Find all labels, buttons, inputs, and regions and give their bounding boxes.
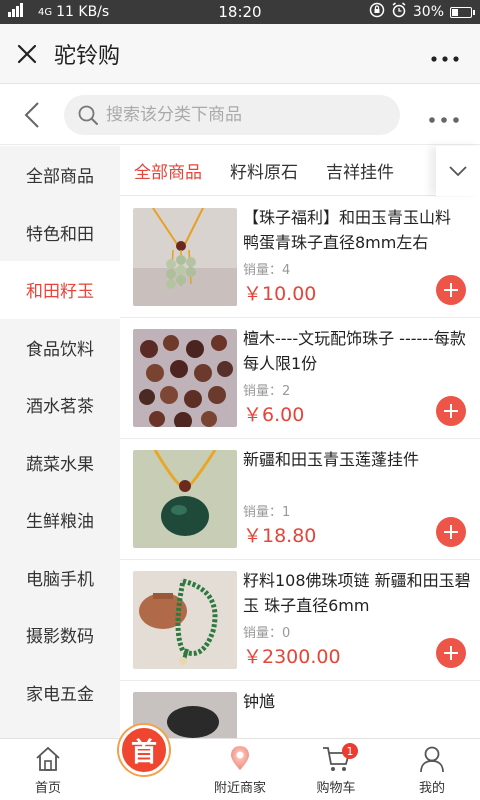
search-box[interactable] bbox=[64, 94, 400, 135]
alarm-icon bbox=[391, 2, 407, 22]
app-bar: 驼铃购 bbox=[0, 24, 480, 84]
product-name[interactable]: 钟馗 bbox=[243, 689, 471, 714]
cart-count-badge: 1 bbox=[342, 743, 358, 759]
sidebar-item-all[interactable]: 全部商品 bbox=[0, 146, 120, 204]
search-bar bbox=[0, 85, 480, 145]
nav-cart[interactable]: 1 购物车 bbox=[288, 739, 384, 800]
nav-home-label: 首页 bbox=[34, 781, 61, 796]
signal-icon bbox=[8, 3, 34, 21]
sidebar-item-computer-phone[interactable]: 电脑手机 bbox=[0, 549, 120, 607]
sidebar-item-appliance-hardware[interactable]: 家电五金 bbox=[0, 664, 120, 722]
product-list: 【珠子福利】和田玉青玉山料 鸭蛋青珠子直径8mm左右 销量：4 ￥10.00 檀… bbox=[120, 197, 480, 738]
search-more-button[interactable] bbox=[408, 101, 480, 129]
product-price: ￥2300.00 bbox=[243, 646, 341, 668]
search-input[interactable] bbox=[106, 104, 376, 125]
more-icon bbox=[429, 116, 459, 123]
sales-count: 2 bbox=[282, 384, 291, 399]
product-sales: 销量：0 bbox=[243, 622, 290, 641]
more-icon bbox=[431, 55, 459, 62]
battery-level bbox=[452, 8, 458, 16]
product-item[interactable]: 檀木----文玩配饰珠子 ------每款每人限1份 销量：2 ￥6.00 bbox=[120, 318, 480, 439]
tab-all[interactable]: 全部商品 bbox=[120, 158, 216, 183]
product-sales: 销量：2 bbox=[243, 380, 290, 399]
sales-count: 0 bbox=[282, 626, 291, 641]
product-item[interactable]: 新疆和田玉青玉莲蓬挂件 销量：1 ￥18.80 bbox=[120, 439, 480, 560]
location-pin-icon bbox=[228, 743, 252, 775]
nav-home[interactable]: 首页 bbox=[0, 739, 96, 800]
product-image-jade-bead-necklace[interactable] bbox=[133, 571, 237, 669]
plus-icon bbox=[444, 404, 458, 418]
featured-badge-icon[interactable]: 首 bbox=[119, 725, 169, 775]
product-name[interactable]: 檀木----文玩配饰珠子 ------每款每人限1份 bbox=[243, 326, 471, 376]
product-item[interactable]: 钟馗 bbox=[120, 681, 480, 738]
battery-percent: 30% bbox=[412, 4, 444, 20]
sidebar-item-hetian-jade[interactable]: 和田籽玉 bbox=[0, 261, 120, 319]
chevron-down-icon bbox=[449, 165, 467, 176]
home-icon bbox=[34, 743, 62, 775]
category-sidebar: 全部商品 特色和田 和田籽玉 食品饮料 酒水茗茶 蔬菜水果 生鲜粮油 电脑手机 … bbox=[0, 146, 120, 738]
tab-pendant[interactable]: 吉祥挂件 bbox=[312, 158, 408, 183]
sales-count: 4 bbox=[282, 263, 291, 278]
nav-profile-label: 我的 bbox=[418, 781, 445, 796]
expand-tabs-button[interactable] bbox=[436, 145, 480, 196]
app-title: 驼铃购 bbox=[54, 43, 121, 69]
sales-label: 销量： bbox=[243, 505, 283, 520]
tab-raw-stone[interactable]: 籽料原石 bbox=[216, 158, 312, 183]
product-item[interactable]: 籽料108佛珠项链 新疆和田玉碧玉 珠子直径6mm 销量：0 ￥2300.00 bbox=[120, 560, 480, 681]
product-price: ￥10.00 bbox=[243, 283, 317, 305]
nav-cart-label: 购物车 bbox=[316, 781, 356, 796]
close-button[interactable] bbox=[0, 24, 54, 84]
sales-count: 1 bbox=[282, 505, 291, 520]
status-right: 30% bbox=[369, 2, 475, 22]
product-name[interactable]: 籽料108佛珠项链 新疆和田玉碧玉 珠子直径6mm bbox=[243, 568, 471, 618]
sidebar-item-vegetable-fruit[interactable]: 蔬菜水果 bbox=[0, 434, 120, 492]
chevron-left-icon bbox=[24, 101, 39, 128]
sidebar-item-food-drink[interactable]: 食品饮料 bbox=[0, 319, 120, 377]
search-icon bbox=[78, 105, 98, 125]
sales-label: 销量： bbox=[243, 384, 283, 399]
user-icon bbox=[419, 743, 445, 775]
status-left: 4G 11 KB/s bbox=[8, 3, 109, 21]
product-image-wooden-beads[interactable] bbox=[133, 329, 237, 427]
add-to-cart-button[interactable] bbox=[436, 275, 466, 305]
status-bar: 4G 11 KB/s 18:20 30% bbox=[0, 0, 480, 24]
sidebar-item-fresh-grain[interactable]: 生鲜粮油 bbox=[0, 491, 120, 549]
product-price: ￥18.80 bbox=[243, 525, 317, 547]
plus-icon bbox=[444, 283, 458, 297]
nav-profile[interactable]: 我的 bbox=[384, 739, 480, 800]
sidebar-item-hetian-special[interactable]: 特色和田 bbox=[0, 204, 120, 262]
sidebar-item-liquor-tea[interactable]: 酒水茗茶 bbox=[0, 376, 120, 434]
add-to-cart-button[interactable] bbox=[436, 517, 466, 547]
add-to-cart-button[interactable] bbox=[436, 638, 466, 668]
sidebar-item-photo-digital[interactable]: 摄影数码 bbox=[0, 606, 120, 664]
plus-icon bbox=[444, 646, 458, 660]
bottom-nav: 首页 首 附近商家 1 购物车 我的 bbox=[0, 725, 480, 800]
product-price: ￥6.00 bbox=[243, 404, 305, 426]
network-speed: 11 KB/s bbox=[56, 4, 110, 20]
nav-nearby-merchants[interactable]: 附近商家 bbox=[192, 739, 288, 800]
lock-rotation-icon bbox=[369, 2, 385, 22]
network-type: 4G bbox=[38, 6, 53, 18]
product-sales: 销量：1 bbox=[243, 501, 290, 520]
product-name[interactable]: 新疆和田玉青玉莲蓬挂件 bbox=[243, 447, 471, 472]
product-image-green-jade-pendant[interactable] bbox=[133, 450, 237, 548]
sales-label: 销量： bbox=[243, 626, 283, 641]
plus-icon bbox=[444, 525, 458, 539]
subcategory-tabs: 全部商品 籽料原石 吉祥挂件 bbox=[120, 145, 480, 196]
back-button[interactable] bbox=[0, 85, 64, 145]
product-name[interactable]: 【珠子福利】和田玉青玉山料 鸭蛋青珠子直径8mm左右 bbox=[243, 205, 471, 255]
add-to-cart-button[interactable] bbox=[436, 396, 466, 426]
battery-icon bbox=[450, 6, 475, 18]
sales-label: 销量： bbox=[243, 263, 283, 278]
product-image-jade-bead-pendant[interactable] bbox=[133, 208, 237, 306]
nav-featured[interactable]: 首 bbox=[96, 725, 192, 800]
nav-nearby-label: 附近商家 bbox=[213, 781, 266, 796]
product-sales: 销量：4 bbox=[243, 259, 290, 278]
more-button[interactable] bbox=[410, 39, 480, 69]
close-icon bbox=[17, 44, 37, 63]
product-item[interactable]: 【珠子福利】和田玉青玉山料 鸭蛋青珠子直径8mm左右 销量：4 ￥10.00 bbox=[120, 197, 480, 318]
